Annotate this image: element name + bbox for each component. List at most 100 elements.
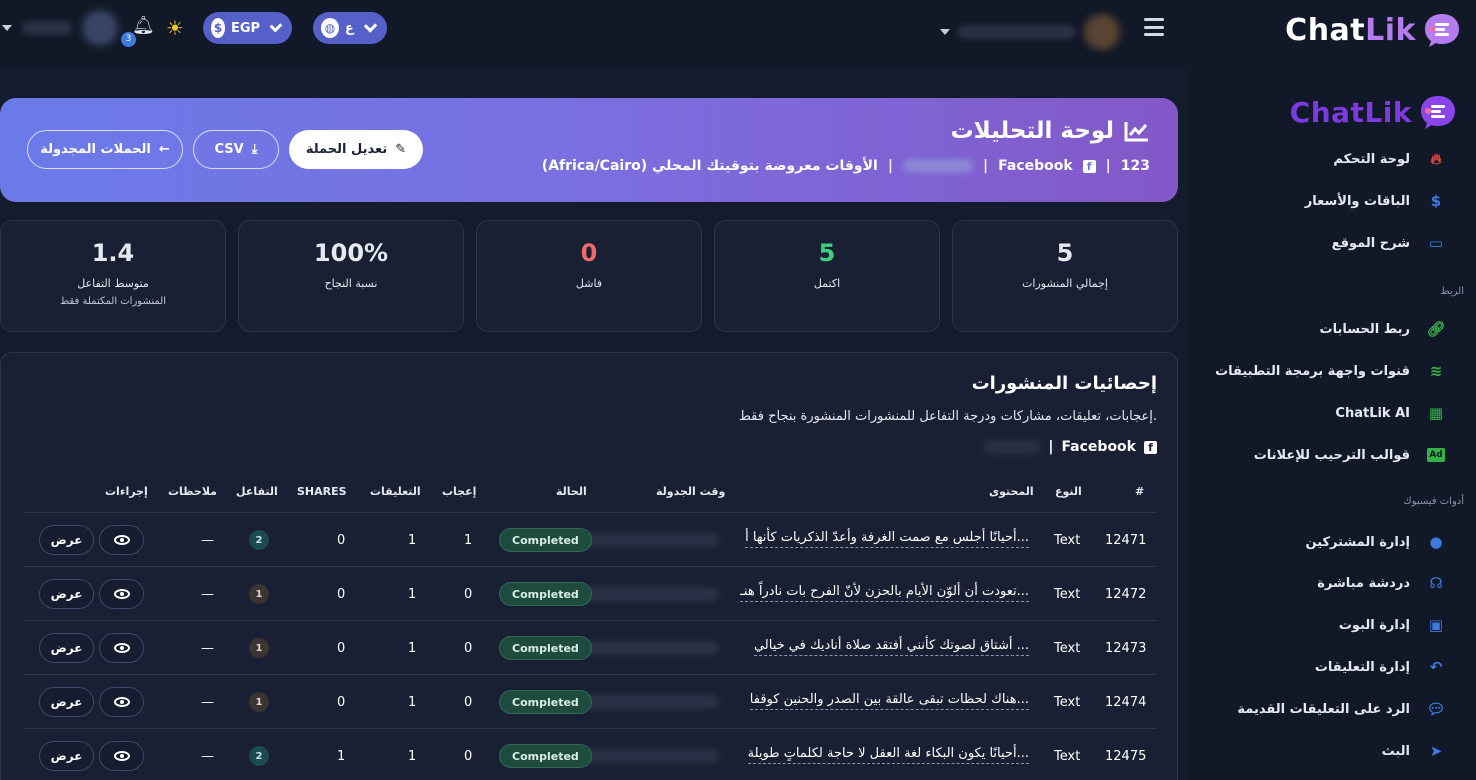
row-type: Text: [1054, 586, 1081, 602]
stat-value: 100%: [313, 239, 389, 267]
sidebar-item-broadcast[interactable]: ➤ البث: [1382, 736, 1446, 766]
coins-icon: $: [211, 18, 225, 38]
edit-icon: ✎: [395, 142, 407, 157]
sidebar-item-bot[interactable]: ▣ إدارة البوت: [1339, 610, 1446, 640]
sidebar-item-link-accounts[interactable]: 🔗︎ ربط الحسابات: [1320, 314, 1446, 344]
stat-completed: 5 اكتمل: [714, 220, 940, 332]
scheduled-campaigns-button[interactable]: الحملات المجدولة ←: [27, 130, 183, 169]
eye-icon: [113, 697, 130, 707]
facebook-icon: f: [1082, 159, 1096, 173]
sidebar-item-tutorial[interactable]: ▭ شرح الموقع: [1332, 228, 1446, 258]
panel-title: إحصائيات المنشورات: [971, 373, 1157, 394]
stat-value: 1.4: [91, 239, 135, 267]
user-menu[interactable]: [940, 10, 1120, 54]
page-name-blurred: [902, 159, 973, 173]
engagement-badge: 1: [249, 584, 269, 604]
comment-dots-icon: 💬︎: [1426, 700, 1446, 718]
sidebar-item-chatlik-ai[interactable]: ▦ ChatLik AI: [1335, 398, 1446, 428]
row-content[interactable]: تعودت أن ألوّن الأيام بالحزن لأنّ الفرح …: [740, 583, 1029, 602]
row-comments: 1: [408, 748, 417, 764]
panel-platform: f Facebook |: [984, 439, 1157, 455]
facebook-icon: f: [1144, 440, 1157, 454]
sidebar-item-ad-templates[interactable]: Ad قوالب الترحيب للإعلانات: [1254, 440, 1446, 470]
avatar: [82, 10, 118, 46]
table-row: 12473 Text أشتاق لصوتك كأنني أفتقد صلاة …: [24, 620, 1157, 674]
view-button[interactable]: عرض: [39, 687, 94, 717]
stat-label: إجمالي المنشورات: [1022, 277, 1108, 290]
currency-select[interactable]: $ EGP: [203, 12, 292, 44]
preview-eye-button[interactable]: [99, 687, 144, 717]
sidebar-item-old-comments[interactable]: 💬︎ الرد على التعليقات القديمة: [1237, 694, 1446, 724]
sidebar-brand-logo[interactable]: ChatLik: [1290, 92, 1460, 132]
top-bar: ChatLik ◍ ع $ EGP ☀ 🔔︎ 3: [0, 0, 1476, 68]
row-notes: —: [201, 586, 214, 602]
row-id: 12475: [1105, 748, 1147, 764]
table-row: 12474 Text هناك لحظات تبقى عالقة بين الص…: [24, 674, 1157, 728]
stat-label: فاشل: [575, 277, 603, 290]
eye-icon: [113, 535, 130, 545]
sidebar-item-pricing[interactable]: $ الباقات والأسعار: [1305, 186, 1446, 216]
user-circle-icon: ●: [1429, 533, 1443, 551]
edit-campaign-button[interactable]: تعديل الحملة ✎: [289, 130, 423, 169]
preview-eye-button[interactable]: [99, 525, 144, 555]
stat-failed: 0 فاشل: [476, 220, 702, 332]
language-select[interactable]: ◍ ع: [313, 12, 387, 44]
brand-logo[interactable]: ChatLik: [1285, 10, 1464, 50]
row-comments: 1: [408, 640, 417, 656]
status-badge: Completed: [499, 690, 592, 714]
engagement-badge: 2: [249, 530, 269, 550]
stat-label: نسبة النجاح: [324, 277, 378, 290]
robot-icon: ▣: [1428, 616, 1444, 634]
menu-toggle-icon[interactable]: [1144, 18, 1164, 36]
engagement-badge: 1: [249, 638, 269, 658]
row-shares: 1: [337, 748, 346, 764]
view-button[interactable]: عرض: [39, 579, 94, 609]
csv-export-button[interactable]: CSV ⤓: [193, 130, 279, 169]
row-content[interactable]: أحيانًا يكون البكاء لغة العقل لا حاجة لك…: [747, 745, 1029, 764]
engagement-badge: 2: [249, 746, 269, 766]
chip-icon: ▦: [1428, 404, 1444, 422]
row-type: Text: [1054, 532, 1081, 548]
row-comments: 1: [408, 532, 417, 548]
view-button[interactable]: عرض: [39, 525, 94, 555]
view-button[interactable]: عرض: [39, 633, 94, 663]
row-content[interactable]: هناك لحظات تبقى عالقة بين الصدر والحنين …: [749, 691, 1029, 710]
view-button[interactable]: عرض: [39, 741, 94, 771]
preview-eye-button[interactable]: [99, 741, 144, 771]
brand-name: ChatLik: [1289, 95, 1412, 129]
sidebar-item-subscribers[interactable]: ● إدارة المشتركين: [1305, 527, 1446, 557]
sidebar: ChatLik 🔥︎ لوحة التحكم $ الباقات والأسعا…: [1188, 68, 1476, 780]
row-likes: 0: [464, 586, 473, 602]
theme-toggle-sun-icon[interactable]: ☀: [163, 16, 187, 40]
secondary-user-menu[interactable]: [2, 10, 118, 46]
row-type: Text: [1054, 694, 1081, 710]
row-content[interactable]: أشتاق لصوتك كأنني أفتقد صلاة أناديك في خ…: [753, 637, 1029, 656]
row-likes: 0: [464, 748, 473, 764]
brand-name: ChatLik: [1285, 12, 1416, 48]
stat-success-rate: 100% نسبة النجاح: [238, 220, 464, 332]
row-notes: —: [201, 694, 214, 710]
chevron-down-icon: [940, 29, 950, 35]
row-likes: 0: [464, 694, 473, 710]
preview-eye-button[interactable]: [99, 633, 144, 663]
sidebar-item-api-channels[interactable]: ≋ قنوات واجهة برمجة التطبيقات: [1215, 356, 1446, 386]
stat-total-posts: 5 إجمالي المنشورات: [952, 220, 1178, 332]
chevron-down-icon: [2, 25, 12, 31]
row-likes: 1: [464, 532, 473, 548]
page-name-blurred: [984, 440, 1041, 454]
page-title: لوحة التحليلات: [951, 118, 1150, 144]
stat-label: اكتمل: [813, 277, 841, 290]
campaign-id: 123: [1120, 158, 1150, 174]
sidebar-item-comments[interactable]: ↶ إدارة التعليقات: [1315, 652, 1446, 682]
row-notes: —: [201, 640, 214, 656]
row-shares: 0: [337, 586, 346, 602]
col-header-actions: إجراءات: [105, 485, 148, 498]
stat-avg-engagement: 1.4 متوسط التفاعل المنشورات المكتملة فقط: [0, 220, 226, 332]
sidebar-item-live-chat[interactable]: ☊ دردشة مباشرة: [1317, 568, 1446, 598]
row-likes: 0: [464, 640, 473, 656]
sidebar-item-dashboard[interactable]: 🔥︎ لوحة التحكم: [1333, 144, 1446, 174]
row-id: 12474: [1105, 694, 1147, 710]
preview-eye-button[interactable]: [99, 579, 144, 609]
row-content[interactable]: أحيانًا أجلس مع صمت الغرفة وأعدّ الذكريا…: [745, 529, 1029, 548]
chatlik-logo-icon: [1421, 96, 1455, 129]
